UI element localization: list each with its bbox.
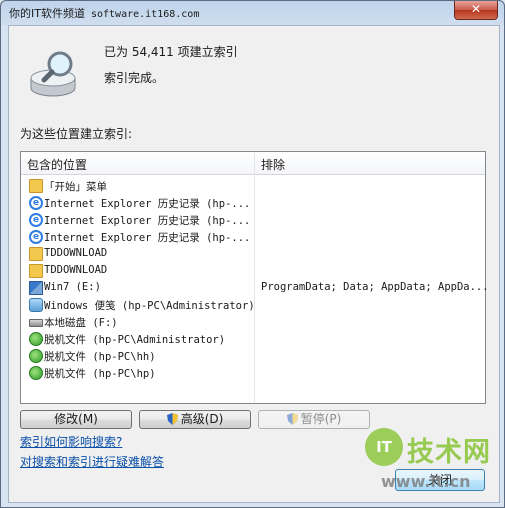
table-row[interactable]: e Internet Explorer 历史记录 (hp-... [21, 229, 485, 246]
troubleshoot-link[interactable]: 对搜索和索引进行疑难解答 [20, 453, 164, 470]
location-cell: Internet Explorer 历史记录 (hp-... [44, 215, 251, 227]
offline-files-icon [29, 349, 43, 363]
column-header-included[interactable]: 包含的位置 [27, 156, 87, 173]
title-url: software.it168.com [90, 9, 200, 20]
how-indexing-affects-search-link[interactable]: 索引如何影响搜索? [20, 433, 122, 450]
location-cell: TDDOWNLOAD [44, 247, 108, 259]
close-button[interactable]: 关闭 [395, 469, 485, 491]
table-row[interactable]: 脱机文件 (hp-PC\hp) [21, 365, 485, 382]
indexed-locations-list[interactable]: 包含的位置 排除 「开始」菜单 e Internet Explorer 历史记录 (… [20, 151, 489, 404]
location-cell: 「开始」菜单 [44, 181, 107, 193]
table-row[interactable]: 「开始」菜单 [21, 178, 485, 195]
folder-icon [29, 264, 43, 278]
drive-icon [29, 319, 43, 327]
internet-explorer-icon: e [29, 196, 43, 210]
table-row[interactable]: TDDOWNLOAD [21, 263, 485, 280]
table-row[interactable]: e Internet Explorer 历史记录 (hp-... [21, 212, 485, 229]
indexed-count-text: 已为 54,411 项建立索引 [104, 45, 238, 59]
location-cell: 脱机文件 (hp-PC\hh) [44, 351, 156, 363]
uac-shield-icon [166, 413, 178, 425]
location-cell: Internet Explorer 历史记录 (hp-... [44, 232, 251, 244]
table-row[interactable]: 脱机文件 (hp-PC\hh) [21, 348, 485, 365]
users-icon [29, 298, 43, 312]
pause-button[interactable]: 暂停(P) [258, 410, 370, 429]
window-close-button[interactable]: ✕ [454, 1, 498, 20]
modify-button-label: 修改(M) [54, 412, 98, 426]
dialog-body: 已为 54,411 项建立索引 索引完成。 为这些位置建立索引: 包含的位置 排… [8, 25, 500, 503]
location-cell: TDDOWNLOAD [44, 264, 108, 276]
offline-files-icon [29, 332, 43, 346]
folder-icon [29, 179, 43, 193]
table-row[interactable]: Windows 便笺 (hp-PC\Administrator) [21, 297, 485, 314]
location-cell: Internet Explorer 历史记录 (hp-... [44, 198, 251, 210]
close-icon: ✕ [470, 2, 482, 16]
indexing-options-window: 你的IT软件频道 software.it168.com ✕ 已为 54,411 项… [0, 0, 505, 508]
list-header: 包含的位置 排除 [21, 152, 485, 175]
uac-shield-icon [286, 413, 298, 425]
location-cell: Win7 (E:) [44, 281, 101, 293]
indexing-status-text: 索引完成。 [104, 71, 165, 85]
exclude-cell: ProgramData; Data; AppData; AppDa... [261, 281, 489, 293]
title-bar[interactable]: 你的IT软件频道 software.it168.com ✕ [1, 1, 504, 25]
internet-explorer-icon: e [29, 230, 43, 244]
table-row[interactable]: TDDOWNLOAD [21, 246, 485, 263]
folder-icon [29, 247, 43, 261]
internet-explorer-icon: e [29, 213, 43, 227]
pause-button-label: 暂停(P) [300, 412, 342, 426]
table-row[interactable]: Win7 (E:) ProgramData; Data; AppData; App… [21, 280, 489, 297]
advanced-button[interactable]: 高级(D) [139, 410, 251, 429]
locations-label: 为这些位置建立索引: [20, 127, 133, 141]
title-brand: 你的IT软件频道 [9, 7, 85, 20]
table-row[interactable]: 脱机文件 (hp-PC\Administrator) [21, 331, 485, 348]
table-row[interactable]: e Internet Explorer 历史记录 (hp-... [21, 195, 485, 212]
location-cell: 脱机文件 (hp-PC\Administrator) [44, 334, 226, 346]
location-cell: 本地磁盘 (F:) [44, 317, 118, 329]
location-cell: Windows 便笺 (hp-PC\Administrator) [44, 300, 255, 312]
advanced-button-label: 高级(D) [180, 412, 224, 426]
window-title: 你的IT软件频道 software.it168.com [9, 5, 199, 21]
windows-drive-icon [29, 281, 43, 295]
table-row[interactable]: 本地磁盘 (F:) [21, 314, 485, 331]
modify-button[interactable]: 修改(M) [20, 410, 132, 429]
close-button-label: 关闭 [427, 473, 452, 487]
hard-drive-search-icon [30, 51, 76, 97]
location-cell: 脱机文件 (hp-PC\hp) [44, 368, 156, 380]
offline-files-icon [29, 366, 43, 380]
column-header-excluded[interactable]: 排除 [261, 156, 285, 173]
